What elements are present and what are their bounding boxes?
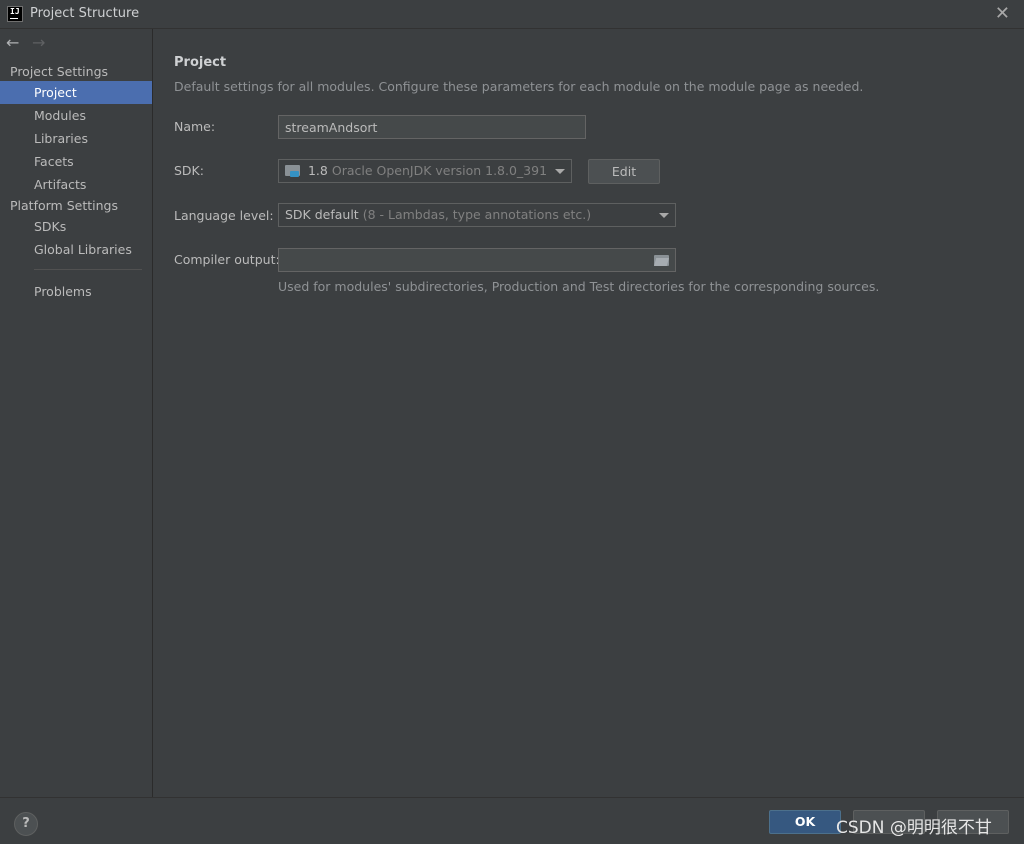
sidebar-item-label: SDKs <box>34 219 67 234</box>
project-name-input[interactable] <box>278 115 586 139</box>
sidebar-item-modules[interactable]: Modules <box>0 104 152 127</box>
sidebar-divider <box>34 269 142 270</box>
help-button[interactable]: ? <box>14 812 38 836</box>
folder-open-icon[interactable] <box>654 255 669 266</box>
language-level-detail: (8 - Lambdas, type annotations etc.) <box>362 207 592 222</box>
sidebar-item-artifacts[interactable]: Artifacts <box>0 173 152 196</box>
sidebar-item-facets[interactable]: Facets <box>0 150 152 173</box>
sidebar-item-label: Libraries <box>34 131 88 146</box>
language-level-value: SDK default <box>285 207 359 222</box>
section-header-platform-settings: Platform Settings <box>10 198 118 213</box>
forward-arrow-icon[interactable]: → <box>32 33 45 53</box>
sidebar-item-project[interactable]: Project <box>0 81 152 104</box>
chevron-down-icon <box>659 213 669 218</box>
sidebar-item-global-libraries[interactable]: Global Libraries <box>0 238 152 261</box>
language-level-dropdown[interactable]: SDK default (8 - Lambdas, type annotatio… <box>278 203 676 227</box>
sidebar-item-sdks[interactable]: SDKs <box>0 215 152 238</box>
csdn-watermark: CSDN @明明很不甘 <box>836 818 992 838</box>
dialog-footer: ? OK CSDN @明明很不甘 <box>0 797 1024 844</box>
project-settings-panel: Project Default settings for all modules… <box>154 29 1024 797</box>
ok-button[interactable]: OK <box>769 810 841 834</box>
sidebar-item-problems[interactable]: Problems <box>0 280 152 303</box>
sdk-dropdown[interactable]: 1.8 Oracle OpenJDK version 1.8.0_391 <box>278 159 572 183</box>
section-header-project-settings: Project Settings <box>10 64 109 79</box>
compiler-output-hint: Used for modules' subdirectories, Produc… <box>278 279 880 294</box>
sidebar: ← → Project Settings Project Modules Lib… <box>0 29 153 797</box>
sdk-detail: Oracle OpenJDK version 1.8.0_391 <box>331 163 548 178</box>
panel-title: Project <box>174 55 227 70</box>
sdk-version: 1.8 <box>307 163 328 178</box>
sidebar-item-label: Facets <box>34 154 74 169</box>
edit-sdk-button[interactable]: Edit <box>588 159 660 184</box>
title-bar: IJ Project Structure ✕ <box>0 0 1024 29</box>
sidebar-item-label: Modules <box>34 108 86 123</box>
close-icon[interactable]: ✕ <box>995 3 1010 24</box>
back-arrow-icon[interactable]: ← <box>6 33 19 53</box>
sidebar-item-label: Global Libraries <box>34 242 132 257</box>
language-level-label: Language level: <box>174 208 274 223</box>
sidebar-item-label: Problems <box>34 284 92 299</box>
intellij-app-icon: IJ <box>7 6 23 22</box>
sidebar-item-label: Artifacts <box>34 177 87 192</box>
window-title: Project Structure <box>30 6 140 21</box>
name-label: Name: <box>174 119 216 134</box>
sidebar-item-libraries[interactable]: Libraries <box>0 127 152 150</box>
compiler-output-field[interactable] <box>278 248 676 272</box>
chevron-down-icon <box>555 169 565 174</box>
sdk-folder-icon <box>285 165 300 177</box>
compiler-output-label: Compiler output: <box>174 252 280 267</box>
sidebar-item-label: Project <box>34 85 77 100</box>
sdk-label: SDK: <box>174 163 204 178</box>
panel-description: Default settings for all modules. Config… <box>174 79 864 94</box>
